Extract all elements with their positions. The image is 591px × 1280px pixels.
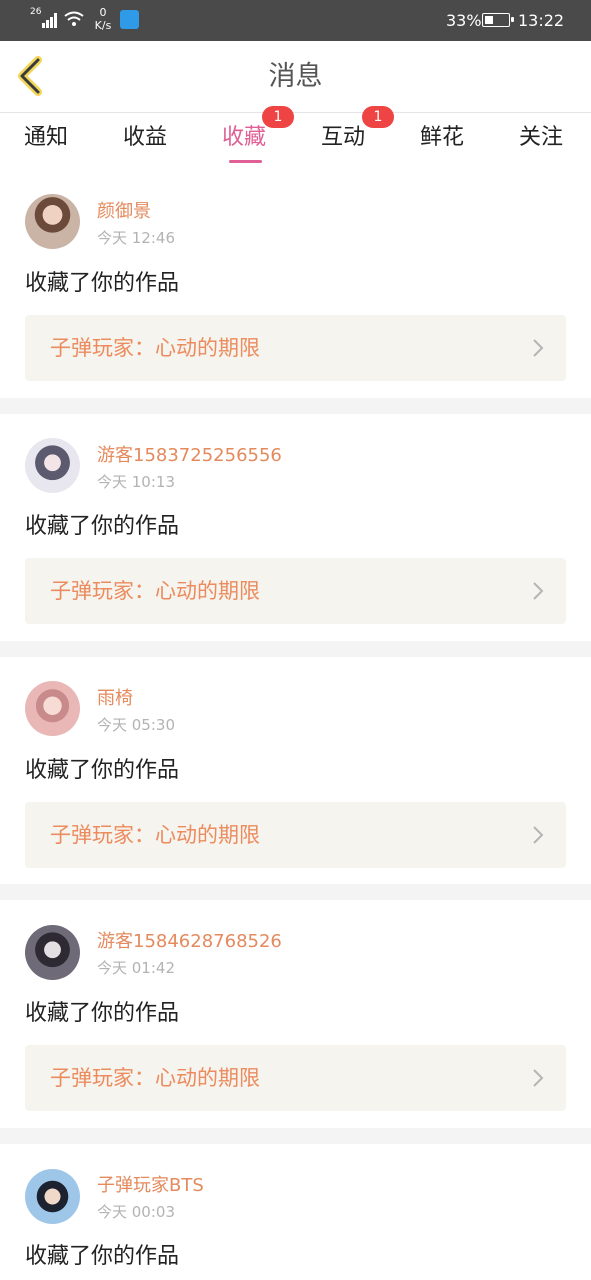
divider xyxy=(0,884,591,900)
user-name[interactable]: 雨椅 xyxy=(97,688,133,710)
app-notification-icon xyxy=(120,10,139,29)
timestamp: 今天 12:46 xyxy=(97,229,175,247)
tab-interactions-badge: 1 xyxy=(362,106,394,128)
list-item: 子弹玩家BTS 今天 00:03 收藏了你的作品 xyxy=(0,1144,591,1280)
divider xyxy=(0,641,591,657)
timestamp: 今天 05:30 xyxy=(97,716,175,734)
work-title: 子弹玩家：心动的期限 xyxy=(50,1066,260,1090)
tab-earnings[interactable]: 收益 xyxy=(123,124,167,152)
cell-signal-icon xyxy=(42,13,57,28)
list-item: 游客1584628768526 今天 01:42 收藏了你的作品 子弹玩家：心动… xyxy=(0,900,591,1128)
action-text: 收藏了你的作品 xyxy=(25,514,180,539)
avatar[interactable] xyxy=(25,1169,80,1224)
status-bar: 26 0 K/s 33% 13:22 xyxy=(0,0,591,41)
action-text: 收藏了你的作品 xyxy=(25,758,180,783)
avatar[interactable] xyxy=(25,681,80,736)
network-speed: 0 K/s xyxy=(94,6,112,32)
tab-notifications[interactable]: 通知 xyxy=(24,124,68,152)
list-item: 颜御景 今天 12:46 收藏了你的作品 子弹玩家：心动的期限 xyxy=(0,176,591,398)
work-link[interactable]: 子弹玩家：心动的期限 xyxy=(25,558,566,624)
user-name[interactable]: 游客1584628768526 xyxy=(97,931,282,953)
avatar[interactable] xyxy=(25,925,80,980)
user-name[interactable]: 子弹玩家BTS xyxy=(97,1175,204,1197)
tab-interactions[interactable]: 互动 xyxy=(321,124,365,152)
avatar[interactable] xyxy=(25,438,80,493)
timestamp: 今天 10:13 xyxy=(97,473,175,491)
tab-flowers[interactable]: 鲜花 xyxy=(420,124,464,152)
battery-icon xyxy=(482,13,514,27)
tab-favorites-badge: 1 xyxy=(262,106,294,128)
chevron-right-icon xyxy=(533,582,544,600)
avatar[interactable] xyxy=(25,194,80,249)
wifi-icon xyxy=(64,11,84,26)
work-link[interactable]: 子弹玩家：心动的期限 xyxy=(25,1045,566,1111)
chevron-right-icon xyxy=(533,826,544,844)
app-header: 消息 xyxy=(0,41,591,113)
action-text: 收藏了你的作品 xyxy=(25,1001,180,1026)
chevron-right-icon xyxy=(533,339,544,357)
work-link[interactable]: 子弹玩家：心动的期限 xyxy=(25,802,566,868)
user-name[interactable]: 游客1583725256556 xyxy=(97,445,282,467)
timestamp: 今天 01:42 xyxy=(97,959,175,977)
timestamp: 今天 00:03 xyxy=(97,1203,175,1221)
user-name[interactable]: 颜御景 xyxy=(97,201,151,223)
list-item: 游客1583725256556 今天 10:13 收藏了你的作品 子弹玩家：心动… xyxy=(0,414,591,641)
work-title: 子弹玩家：心动的期限 xyxy=(50,336,260,360)
chevron-right-icon xyxy=(533,1069,544,1087)
page-title: 消息 xyxy=(268,61,323,92)
action-text: 收藏了你的作品 xyxy=(25,271,180,296)
action-text: 收藏了你的作品 xyxy=(25,1244,180,1269)
active-tab-indicator xyxy=(229,160,262,163)
work-title: 子弹玩家：心动的期限 xyxy=(50,823,260,847)
list-item: 雨椅 今天 05:30 收藏了你的作品 子弹玩家：心动的期限 xyxy=(0,657,591,884)
battery-percent: 33% xyxy=(446,11,482,30)
work-link[interactable]: 子弹玩家：心动的期限 xyxy=(25,315,566,381)
tab-favorites[interactable]: 收藏 xyxy=(222,124,266,152)
tab-bar: 通知 收益 收藏 互动 鲜花 关注 xyxy=(0,113,591,175)
divider xyxy=(0,1128,591,1144)
divider xyxy=(0,398,591,414)
tab-follows[interactable]: 关注 xyxy=(519,124,563,152)
clock: 13:22 xyxy=(518,11,565,30)
work-title: 子弹玩家：心动的期限 xyxy=(50,579,260,603)
